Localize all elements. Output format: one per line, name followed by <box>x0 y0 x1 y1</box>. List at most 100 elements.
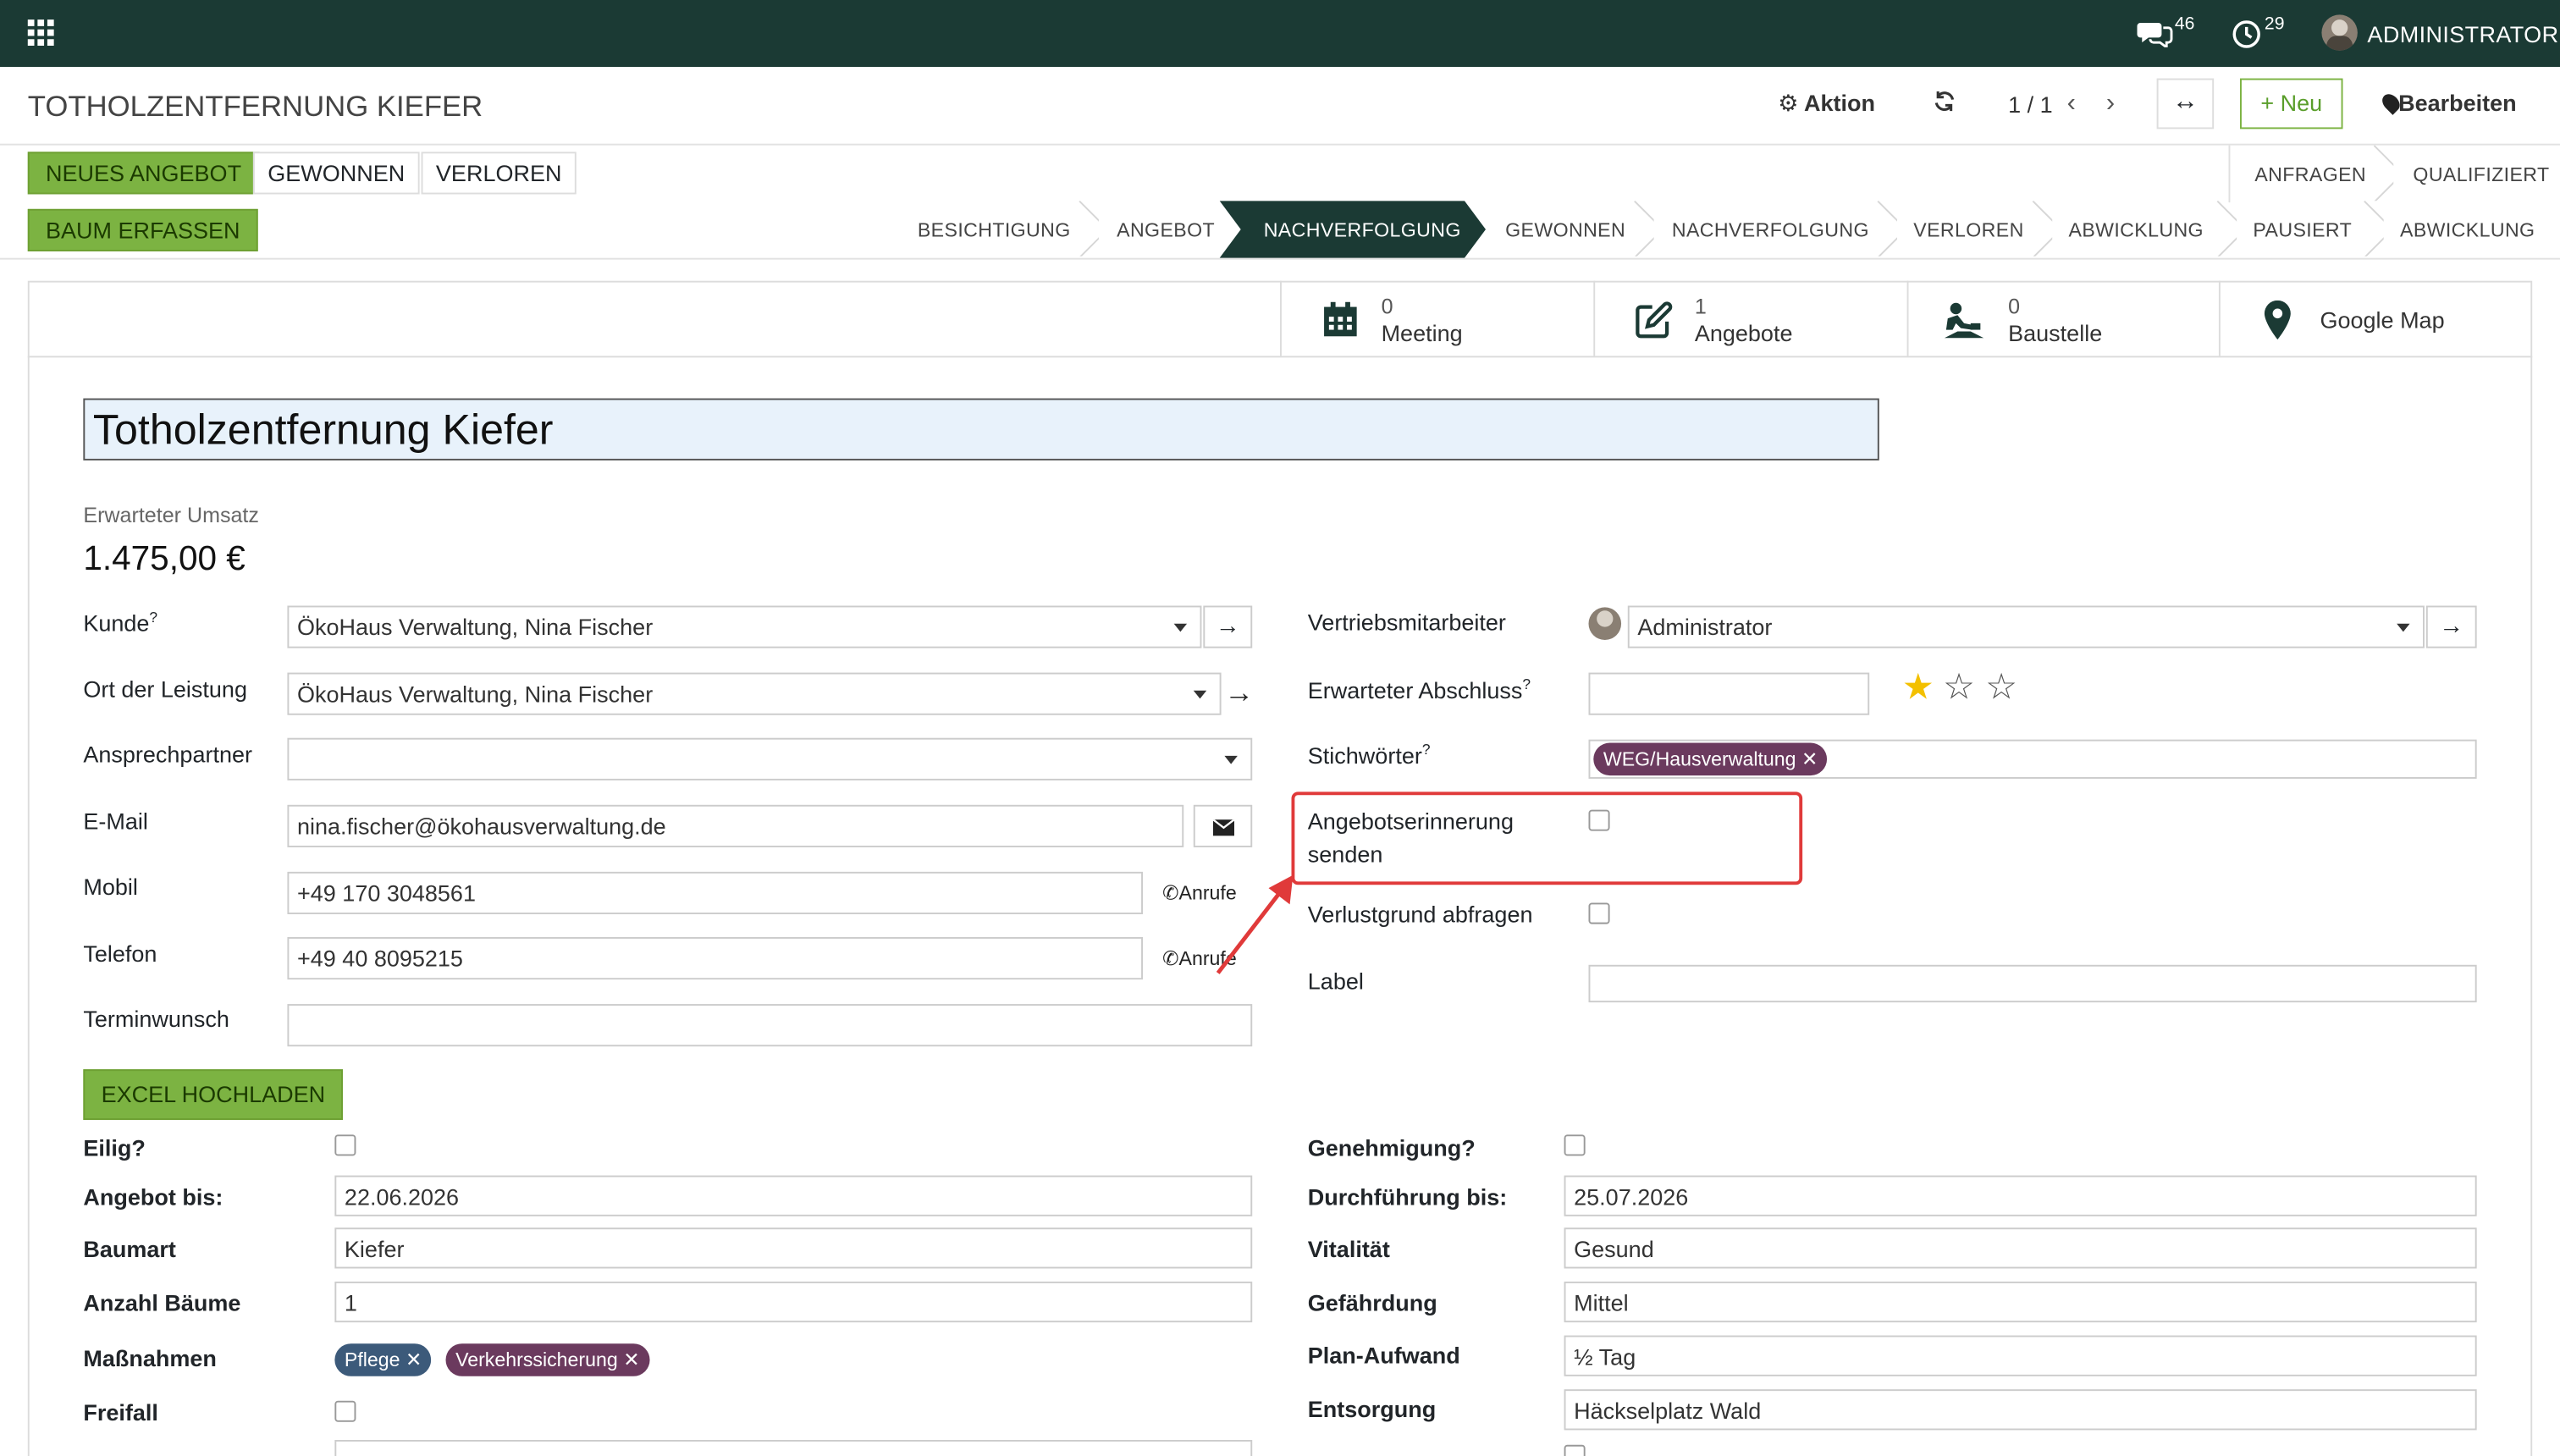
chat-icon[interactable] <box>2137 18 2173 55</box>
stage-nachverfolgung-active[interactable]: NACHVERFOLGUNG <box>1264 218 1461 241</box>
kunde-open-arrow-icon[interactable]: → <box>1203 605 1253 648</box>
telefon-input[interactable]: +49 40 8095215 <box>287 936 1143 980</box>
partial-field-input[interactable] <box>334 1439 1253 1456</box>
remove-tag-icon[interactable]: ✕ <box>623 1348 639 1371</box>
baumart-input[interactable]: Kiefer <box>334 1227 1253 1269</box>
plan-aufwand-input[interactable]: ½ Tag <box>1564 1335 2477 1376</box>
baustelle-count: 0 <box>2008 294 2021 319</box>
stage-nachverfolgung[interactable]: NACHVERFOLGUNG <box>1672 218 1869 241</box>
edit-square-icon <box>1634 301 1673 348</box>
stage-angebot[interactable]: ANGEBOT <box>1117 218 1215 241</box>
calendar-icon <box>1321 301 1360 348</box>
durchfuehrung-input[interactable]: 25.07.2026 <box>1564 1175 2477 1216</box>
label-field-label: Label <box>1307 968 1364 995</box>
genehmigung-checkbox[interactable] <box>1564 1134 1586 1156</box>
stage-besichtigung[interactable]: BESICHTIGUNG <box>918 218 1071 241</box>
new-offer-button[interactable]: NEUES ANGEBOT <box>27 152 260 195</box>
eilig-checkbox[interactable] <box>334 1134 356 1156</box>
baustelle-label: Baustelle <box>2008 319 2103 346</box>
ort-label: Ort der Leistung <box>83 676 247 703</box>
stage-pausiert[interactable]: PAUSIERT <box>2253 218 2352 241</box>
chat-count-badge: 46 <box>2174 14 2195 35</box>
erinnerung-checkbox[interactable] <box>1588 809 1610 831</box>
stage-gewonnen[interactable]: GEWONNEN <box>1505 218 1625 241</box>
phone-icon: ✆ <box>1162 881 1179 905</box>
plus-icon: + <box>2260 90 2275 116</box>
kunde-select[interactable]: ÖkoHaus Verwaltung, Nina Fischer <box>287 605 1202 648</box>
priority-star-2-icon[interactable]: ☆ <box>1943 669 1975 705</box>
anzahl-label: Anzahl Bäume <box>83 1289 241 1316</box>
top-navbar: 46 29 ADMINISTRATOR <box>0 0 2560 68</box>
user-avatar[interactable] <box>2321 14 2358 51</box>
erinnerung-label-line1: Angebotserinnerung <box>1307 808 1514 835</box>
freifall-checkbox[interactable] <box>334 1400 356 1422</box>
priority-star-1-icon[interactable]: ★ <box>1902 669 1934 705</box>
lost-button[interactable]: VERLOREN <box>421 152 577 195</box>
massnahmen-label: Maßnahmen <box>83 1345 217 1371</box>
remove-tag-icon[interactable]: ✕ <box>406 1348 422 1371</box>
durchfuehrung-label: Durchführung bis: <box>1307 1183 1508 1211</box>
google-map-label: Google Map <box>2320 306 2445 334</box>
ort-select[interactable]: ÖkoHaus Verwaltung, Nina Fischer <box>287 672 1222 715</box>
reload-icon[interactable] <box>1933 90 1956 121</box>
mobil-label: Mobil <box>83 873 138 900</box>
abschluss-label: Erwarteter Abschluss? <box>1307 676 1531 703</box>
tag-verkehrssicherung: Verkehrssicherung ✕ <box>445 1343 650 1376</box>
send-email-button[interactable] <box>1193 804 1253 847</box>
stage-abwicklung[interactable]: ABWICKLUNG <box>2068 218 2203 241</box>
new-button[interactable]: + Neu <box>2239 78 2343 130</box>
vertriebsmitarbeiter-select[interactable]: Administrator <box>1627 605 2425 648</box>
abschluss-date-input[interactable] <box>1588 672 1870 715</box>
verlustgrund-checkbox[interactable] <box>1588 902 1610 924</box>
priority-star-3-icon[interactable]: ☆ <box>1985 669 2017 705</box>
partial-checkbox[interactable] <box>1564 1444 1586 1456</box>
excel-upload-button[interactable]: EXCEL HOCHLADEN <box>83 1069 344 1120</box>
mobil-input[interactable]: +49 170 3048561 <box>287 871 1143 914</box>
angebote-label: Angebote <box>1694 319 1793 346</box>
opportunity-name-input[interactable]: Totholzentfernung Kiefer <box>83 398 1879 461</box>
stichwoerter-field[interactable]: WEG/Hausverwaltung ✕ <box>1588 739 2477 779</box>
gefaehrdung-input[interactable]: Mittel <box>1564 1281 2477 1323</box>
pager-value: 1 / 1 <box>2008 91 2053 118</box>
apps-menu-icon[interactable] <box>27 19 54 46</box>
gear-icon: ⚙ <box>1778 90 1799 116</box>
entsorgung-input[interactable]: Häckselplatz Wald <box>1564 1389 2477 1431</box>
label-input[interactable] <box>1588 964 2477 1003</box>
stage-anfragen[interactable]: ANFRAGEN <box>2254 163 2366 186</box>
entsorgung-label: Entsorgung <box>1307 1395 1437 1422</box>
meeting-label: Meeting <box>1381 319 1463 346</box>
ort-open-arrow-icon[interactable]: → <box>1224 676 1254 710</box>
pager-prev-icon[interactable]: ‹ <box>2067 90 2076 119</box>
stage-verloren[interactable]: VERLOREN <box>1913 218 2023 241</box>
stage-qualifiziert[interactable]: QUALIFIZIERT <box>2413 163 2549 186</box>
smart-button-angebote[interactable]: 1 Angebote <box>1593 280 1906 356</box>
vertrieb-open-arrow-icon[interactable]: → <box>2425 605 2477 648</box>
angebot-bis-input[interactable]: 22.06.2026 <box>334 1175 1253 1216</box>
anzahl-input[interactable]: 1 <box>334 1281 1253 1323</box>
action-menu-button[interactable]: ⚙ Aktion <box>1778 90 1875 118</box>
remove-tag-icon[interactable]: ✕ <box>1801 747 1818 770</box>
freifall-label: Freifall <box>83 1398 158 1426</box>
email-input[interactable]: nina.fischer@ökohausverwaltung.de <box>287 804 1184 847</box>
plan-aufwand-label: Plan-Aufwand <box>1307 1342 1460 1369</box>
expand-icon[interactable]: ↔ <box>2156 78 2215 130</box>
terminwunsch-input[interactable] <box>287 1004 1253 1047</box>
capture-tree-button[interactable]: BAUM ERFASSEN <box>27 208 258 251</box>
won-button[interactable]: GEWONNEN <box>252 152 420 195</box>
smart-button-google-map[interactable]: Google Map <box>2218 280 2532 356</box>
user-menu[interactable]: ADMINISTRATOR <box>2367 21 2558 47</box>
clock-icon[interactable] <box>2232 19 2261 57</box>
new-label: Neu <box>2280 90 2323 116</box>
erinnerung-label-line2: senden <box>1307 841 1383 868</box>
stage-abwicklung-2[interactable]: ABWICKLUNG <box>2400 218 2535 241</box>
vitalitaet-input[interactable]: Gesund <box>1564 1227 2477 1269</box>
highlight-box <box>1291 791 1803 885</box>
worker-icon <box>1941 301 1987 348</box>
ansprechpartner-select[interactable] <box>287 737 1253 780</box>
edit-button[interactable]: Bearbeiten <box>2379 90 2517 116</box>
smart-button-baustelle[interactable]: 0 Baustelle <box>1906 280 2219 356</box>
pager-next-icon[interactable]: › <box>2106 90 2115 119</box>
smart-button-meeting[interactable]: 0 Meeting <box>1279 280 1593 356</box>
annotation-arrow <box>1216 874 1294 974</box>
angebote-count: 1 <box>1694 294 1707 319</box>
